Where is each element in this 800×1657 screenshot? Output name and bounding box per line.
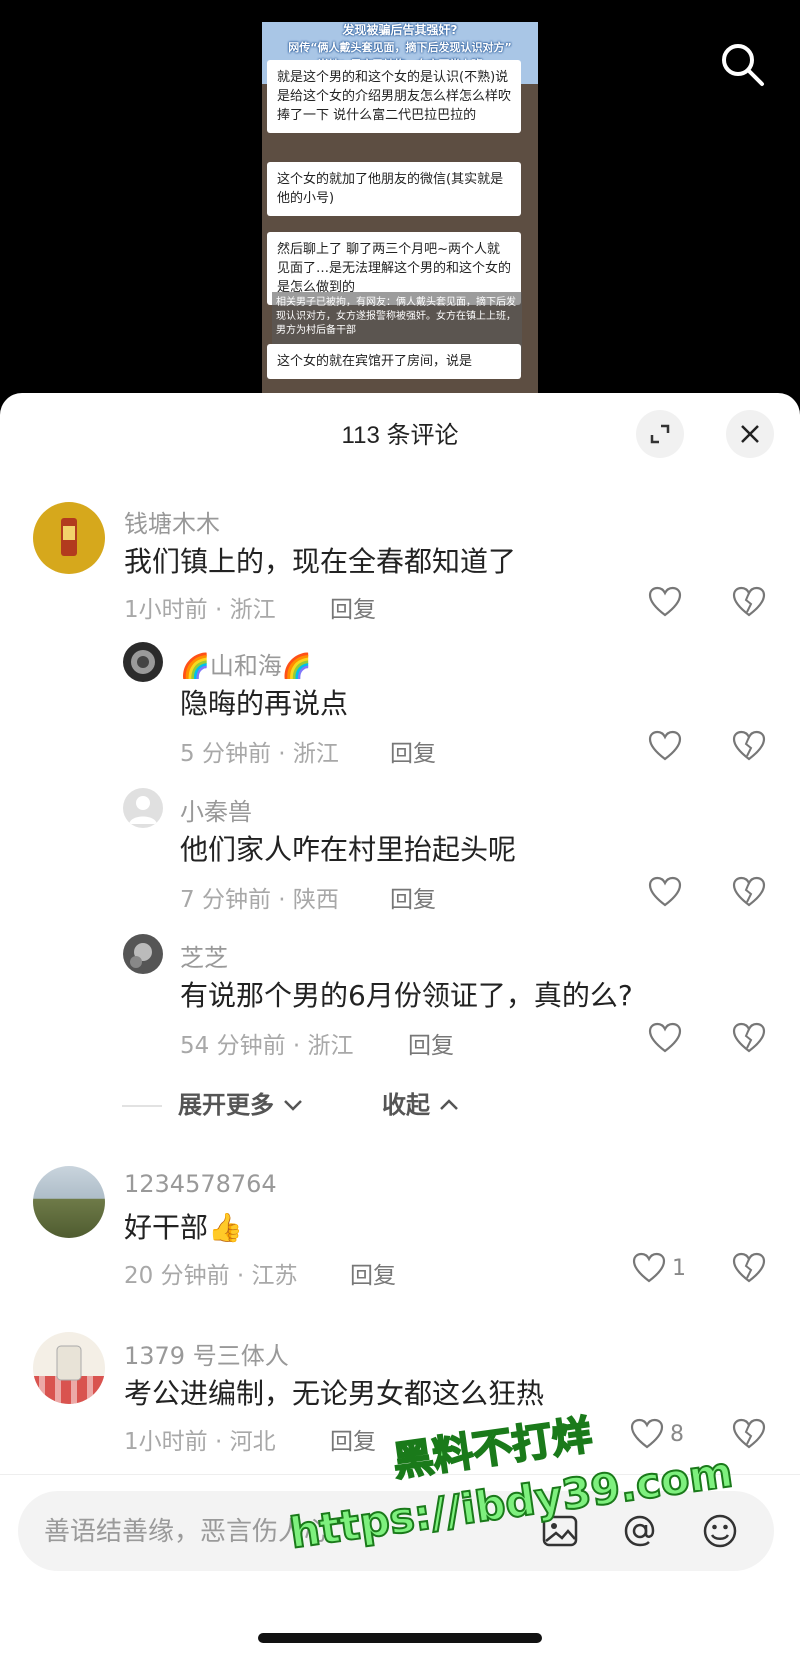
avatar[interactable] xyxy=(123,642,163,682)
broken-heart-icon xyxy=(732,730,766,761)
video-player[interactable]: 发现被骗后告其强奸? 网传“俩人戴头套见面，摘下后发现认识对方” 当地：男方已被… xyxy=(0,0,800,420)
heart-icon xyxy=(632,1252,666,1283)
expand-more-label: 展开更多 xyxy=(178,1091,274,1119)
comment-meta: 5 分钟前 · 浙江 xyxy=(180,741,339,767)
dislike-button[interactable] xyxy=(732,1252,766,1288)
like-count: 8 xyxy=(670,1421,684,1447)
divider xyxy=(122,1105,162,1107)
comment-meta: 54 分钟前 · 浙江 xyxy=(180,1033,354,1059)
video-frame: 发现被骗后告其强奸? 网传“俩人戴头套见面，摘下后发现认识对方” 当地：男方已被… xyxy=(262,22,538,420)
comment-text: 考公进编制，无论男女都这么狂热 xyxy=(124,1377,545,1410)
heart-icon xyxy=(648,1022,682,1053)
broken-heart-icon xyxy=(732,876,766,907)
comment-username[interactable]: 小秦兽 xyxy=(180,792,252,827)
avatar[interactable] xyxy=(123,934,163,974)
close-icon xyxy=(741,425,759,443)
avatar-image xyxy=(130,943,152,968)
reply-button[interactable]: 回复 xyxy=(390,734,436,768)
close-button[interactable] xyxy=(726,410,774,458)
comment-text: 好干部👍 xyxy=(124,1211,243,1244)
like-button[interactable] xyxy=(648,1022,688,1054)
expand-more-button[interactable]: 展开更多 xyxy=(178,1085,304,1120)
mention-button[interactable] xyxy=(616,1507,664,1555)
avatar[interactable] xyxy=(123,788,163,828)
search-icon xyxy=(722,44,764,86)
reply-button[interactable]: 回复 xyxy=(408,1026,454,1060)
comment-text: 他们家人咋在村里抬起头呢 xyxy=(180,833,517,866)
comment-text: 我们镇上的，现在全春都知道了 xyxy=(124,545,517,578)
dislike-button[interactable] xyxy=(732,1418,766,1454)
expand-icon xyxy=(650,424,670,444)
dislike-button[interactable] xyxy=(732,586,766,622)
comment-text: 有说那个男的6月份领证了，真的么? xyxy=(180,979,633,1012)
chevron-up-icon xyxy=(440,1099,459,1110)
comment-username[interactable]: 🌈山和海🌈 xyxy=(180,646,312,681)
chevron-down-icon xyxy=(284,1100,303,1111)
default-avatar-icon xyxy=(129,796,157,824)
comment-meta: 1小时前 · 河北 xyxy=(124,1429,276,1455)
comment-username[interactable]: 1379 号三体人 xyxy=(124,1336,289,1371)
expand-sheet-button[interactable] xyxy=(636,410,684,458)
heart-icon xyxy=(648,586,682,617)
comment-username[interactable]: 钱塘木木 xyxy=(124,504,220,539)
like-button[interactable]: 8 xyxy=(630,1418,684,1450)
dislike-button[interactable] xyxy=(732,730,766,766)
replies-toggle-row: 展开更多 收起 xyxy=(120,1085,720,1125)
comment-meta: 7 分钟前 · 陕西 xyxy=(180,887,339,913)
avatar-image xyxy=(61,518,77,556)
banner-line: 网传“俩人戴头套见面，摘下后发现认识对方” xyxy=(288,41,512,54)
broken-heart-icon xyxy=(732,586,766,617)
reply-button[interactable]: 回复 xyxy=(330,1422,376,1456)
heart-icon xyxy=(648,876,682,907)
heart-icon xyxy=(648,730,682,761)
broken-heart-icon xyxy=(732,1022,766,1053)
emoji-icon xyxy=(703,1514,737,1548)
like-count: 1 xyxy=(672,1255,686,1281)
at-icon xyxy=(624,1515,655,1547)
avatar[interactable] xyxy=(33,1166,105,1238)
search-button[interactable] xyxy=(718,40,768,90)
avatar[interactable] xyxy=(33,502,105,574)
like-button[interactable] xyxy=(648,730,688,762)
home-indicator xyxy=(258,1633,542,1643)
chat-bubble: 就是这个男的和这个女的是认识(不熟)说是给这个女的介绍男朋友怎么样怎么样吹捧了一… xyxy=(267,60,521,133)
comment-text: 隐晦的再说点 xyxy=(180,687,349,720)
comment-username[interactable]: 1234578764 xyxy=(124,1170,277,1198)
banner-line: 发现被骗后告其强奸? xyxy=(342,23,458,37)
broken-heart-icon xyxy=(732,1418,766,1449)
like-button[interactable]: 1 xyxy=(632,1252,686,1284)
chat-bubble: 这个女的就加了他朋友的微信(其实就是他的小号) xyxy=(267,162,521,216)
avatar-image xyxy=(33,1345,105,1404)
chat-bubble: 这个女的就在宾馆开了房间，说是 xyxy=(267,344,521,379)
collapse-label: 收起 xyxy=(382,1091,430,1119)
comment-username[interactable]: 芝芝 xyxy=(180,938,228,973)
reply-button[interactable]: 回复 xyxy=(350,1256,396,1290)
like-button[interactable] xyxy=(648,876,688,908)
avatar[interactable] xyxy=(33,1332,105,1404)
collapse-button[interactable]: 收起 xyxy=(382,1085,460,1120)
comment-meta: 20 分钟前 · 江苏 xyxy=(124,1263,298,1289)
comment-meta: 1小时前 · 浙江 xyxy=(124,597,276,623)
reply-button[interactable]: 回复 xyxy=(390,880,436,914)
avatar-image xyxy=(131,650,155,674)
dislike-button[interactable] xyxy=(732,1022,766,1058)
emoji-button[interactable] xyxy=(696,1507,744,1555)
like-button[interactable] xyxy=(648,586,688,618)
heart-icon xyxy=(630,1418,664,1449)
reply-button[interactable]: 回复 xyxy=(330,590,376,624)
broken-heart-icon xyxy=(732,1252,766,1283)
dislike-button[interactable] xyxy=(732,876,766,912)
